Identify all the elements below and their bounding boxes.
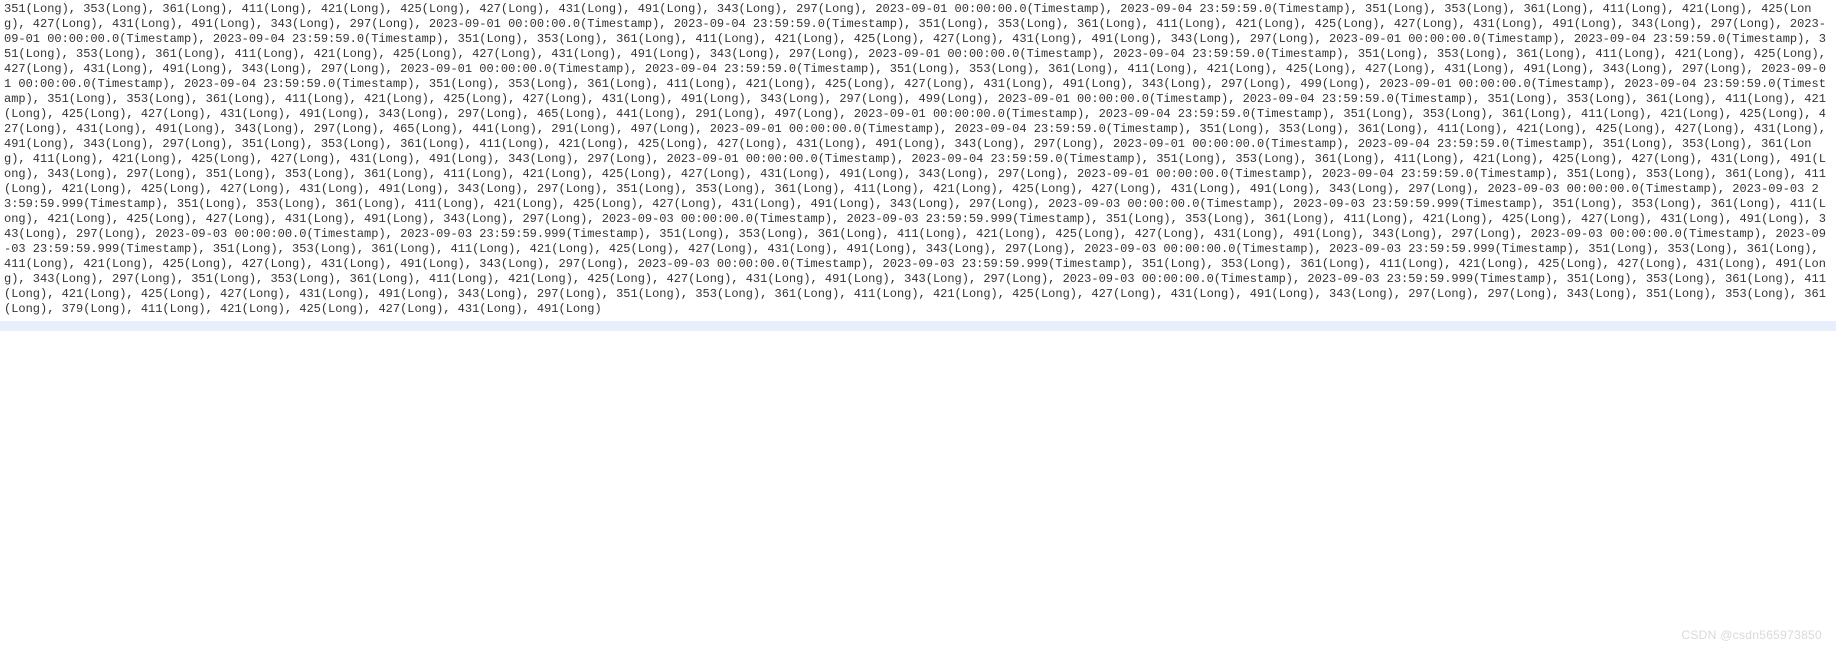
watermark-text: CSDN @csdn565973850 [1681, 628, 1822, 643]
selection-bar [0, 321, 1836, 331]
log-output: 351(Long), 353(Long), 361(Long), 411(Lon… [0, 0, 1836, 317]
